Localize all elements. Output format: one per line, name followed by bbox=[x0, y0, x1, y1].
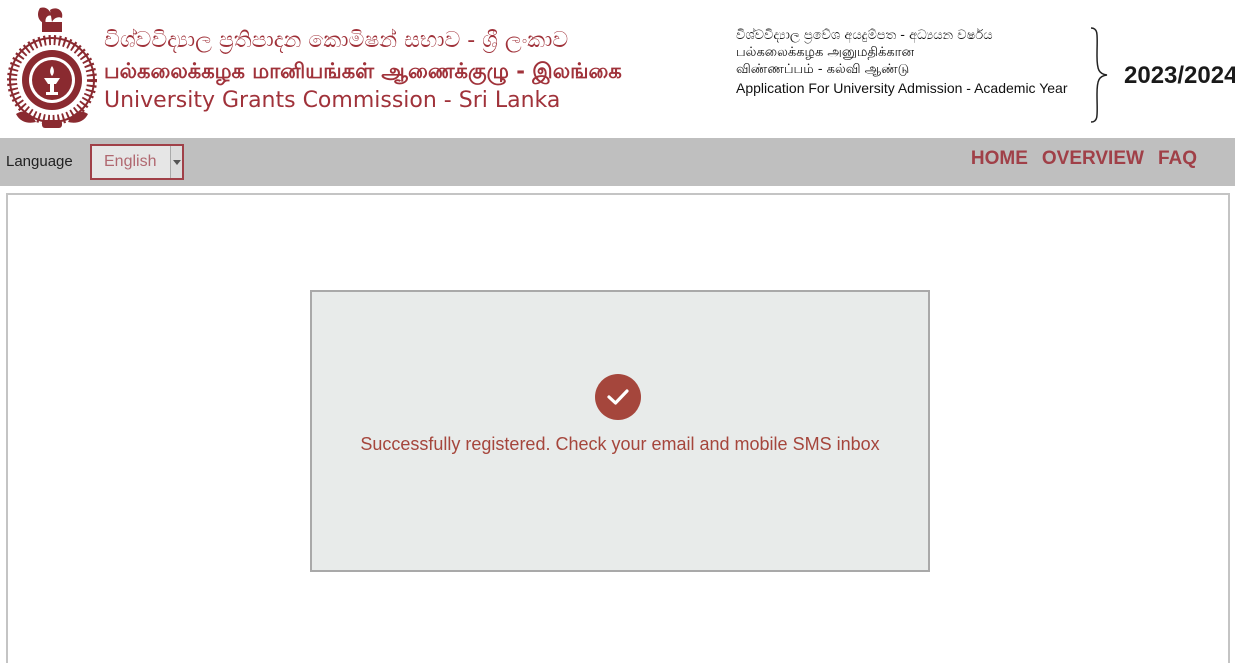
nav-home-link[interactable]: HOME bbox=[971, 148, 1028, 170]
org-title-block: විශ්වවිද්‍යාල ප්‍රතිපාදන කොමිෂන් සභාව - … bbox=[104, 26, 622, 116]
language-selected-value: English bbox=[104, 153, 157, 170]
org-title-sinhala: විශ්වවිද්‍යාල ප්‍රතිපාදන කොමිෂන් සභාව - … bbox=[104, 28, 569, 53]
application-title-tamil-1: பல்கலைக்கழக அனுமதிக்கான bbox=[736, 45, 915, 60]
chevron-down-icon bbox=[173, 160, 181, 165]
top-navbar: Language English HOME OVERVIEW FAQ bbox=[0, 138, 1235, 186]
org-title-tamil: பல்கலைக்கழக மானியங்கள் ஆணைக்குழு - இலங்க… bbox=[104, 59, 622, 83]
nav-links: HOME OVERVIEW FAQ bbox=[971, 148, 1197, 170]
application-title-block: විශ්වවිද්‍යාල ප්‍රවේශ අයදුම්පත - අධ්‍යයන… bbox=[736, 27, 1081, 98]
nav-faq-link[interactable]: FAQ bbox=[1158, 148, 1197, 170]
application-title-tamil-2: விண்ணப்பம் - கல்வி ஆண்டு bbox=[736, 62, 910, 77]
success-message-text: Successfully registered. Check your emai… bbox=[360, 434, 880, 454]
success-message-box: Successfully registered. Check your emai… bbox=[310, 290, 930, 572]
page-header: විශ්වවිද්‍යාල ප්‍රතිපාදන කොමිෂන් සභාව - … bbox=[0, 0, 1235, 138]
org-title-english: University Grants Commission - Sri Lanka bbox=[104, 88, 561, 113]
language-label: Language bbox=[6, 153, 73, 170]
academic-year: 2023/2024 bbox=[1124, 62, 1235, 89]
nav-overview-link[interactable]: OVERVIEW bbox=[1042, 148, 1144, 170]
language-select[interactable]: English bbox=[90, 144, 184, 180]
application-title-sinhala: විශ්වවිද්‍යාල ප්‍රවේශ අයදුම්පත - අධ්‍යයන… bbox=[736, 28, 993, 43]
check-circle-icon bbox=[595, 374, 641, 420]
application-title-english: Application For University Admission - A… bbox=[736, 80, 1068, 96]
language-dropdown-toggle[interactable] bbox=[170, 146, 182, 178]
ugc-emblem-icon bbox=[7, 7, 97, 128]
right-brace-icon bbox=[1090, 27, 1108, 123]
main-content-panel: Successfully registered. Check your emai… bbox=[6, 193, 1230, 663]
